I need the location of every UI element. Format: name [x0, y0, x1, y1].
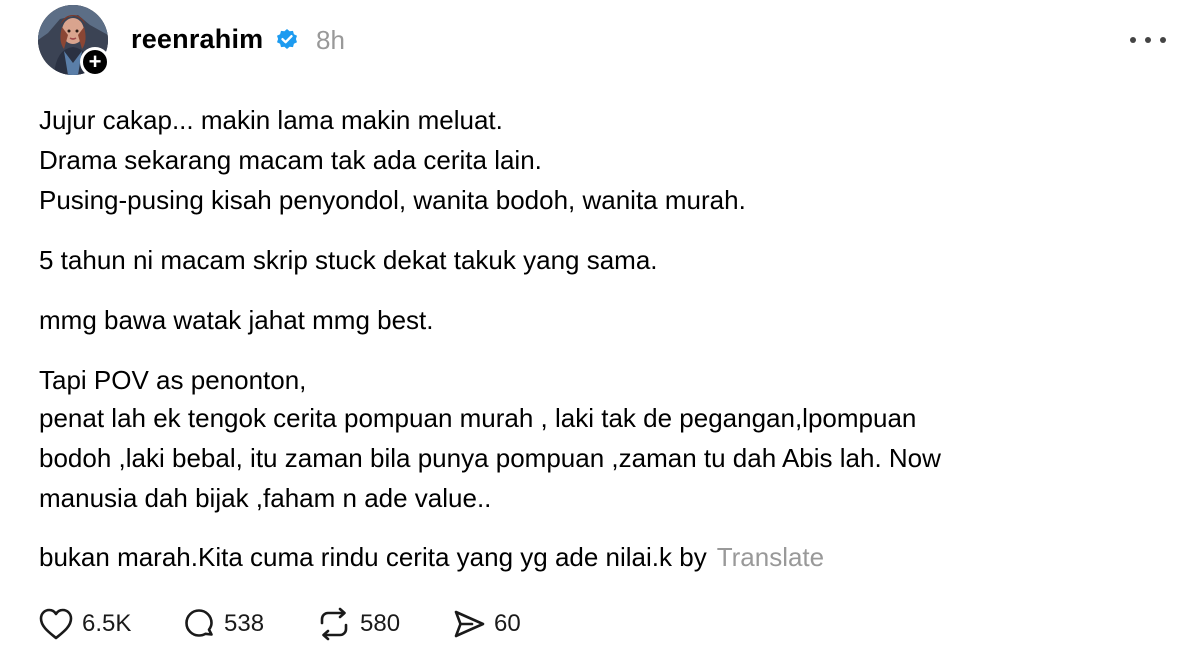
post-text-line: bodoh ,laki bebal, itu zaman bila punya … [39, 443, 941, 473]
share-count: 60 [494, 610, 521, 637]
post-text-line: manusia dah bijak ,faham n ade value.. [39, 483, 492, 513]
post-text-line: Jujur cakap... makin lama makin meluat. [39, 105, 503, 135]
heart-icon [38, 607, 74, 641]
follow-plus-button[interactable]: + [80, 47, 110, 77]
post-text-line: Drama sekarang macam tak ada cerita lain… [39, 145, 542, 175]
repost-count: 580 [360, 610, 401, 637]
repost-icon [316, 607, 352, 641]
post-text-line: Pusing-pusing kisah penyondol, wanita bo… [39, 185, 746, 215]
post-text-line: penat lah ek tengok cerita pompuan murah… [39, 403, 917, 433]
post-text-line: bukan marah.Kita cuma rindu cerita yang … [39, 542, 707, 572]
send-icon [452, 607, 486, 641]
like-count: 6.5K [82, 610, 132, 637]
more-options-button[interactable] [1130, 30, 1166, 50]
post-text-line: Tapi POV as penonton, [39, 365, 307, 395]
repost-button[interactable]: 580 [316, 604, 400, 644]
avatar-container[interactable]: + [38, 5, 110, 77]
more-dot [1145, 37, 1151, 43]
more-dot [1160, 37, 1166, 43]
post-text-line: 5 tahun ni macam skrip stuck dekat takuk… [39, 245, 658, 275]
post-timestamp[interactable]: 8h [316, 25, 345, 56]
like-button[interactable]: 6.5K [38, 604, 131, 644]
reply-count: 538 [224, 610, 265, 637]
verified-badge-icon [275, 28, 299, 52]
comment-bubble-icon [182, 607, 216, 641]
post-text-line: mmg bawa watak jahat mmg best. [39, 305, 434, 335]
translate-link[interactable]: Translate [717, 542, 824, 572]
thread-post: + reenrahim 8h Jujur cakap... makin lama… [0, 0, 1200, 658]
post-text-last-line: bukan marah.Kita cuma rindu cerita yang … [39, 537, 824, 577]
plus-icon: + [88, 49, 102, 74]
username[interactable]: reenrahim [131, 24, 263, 55]
share-button[interactable]: 60 [452, 604, 521, 644]
more-dot [1130, 37, 1136, 43]
reply-button[interactable]: 538 [182, 604, 264, 644]
